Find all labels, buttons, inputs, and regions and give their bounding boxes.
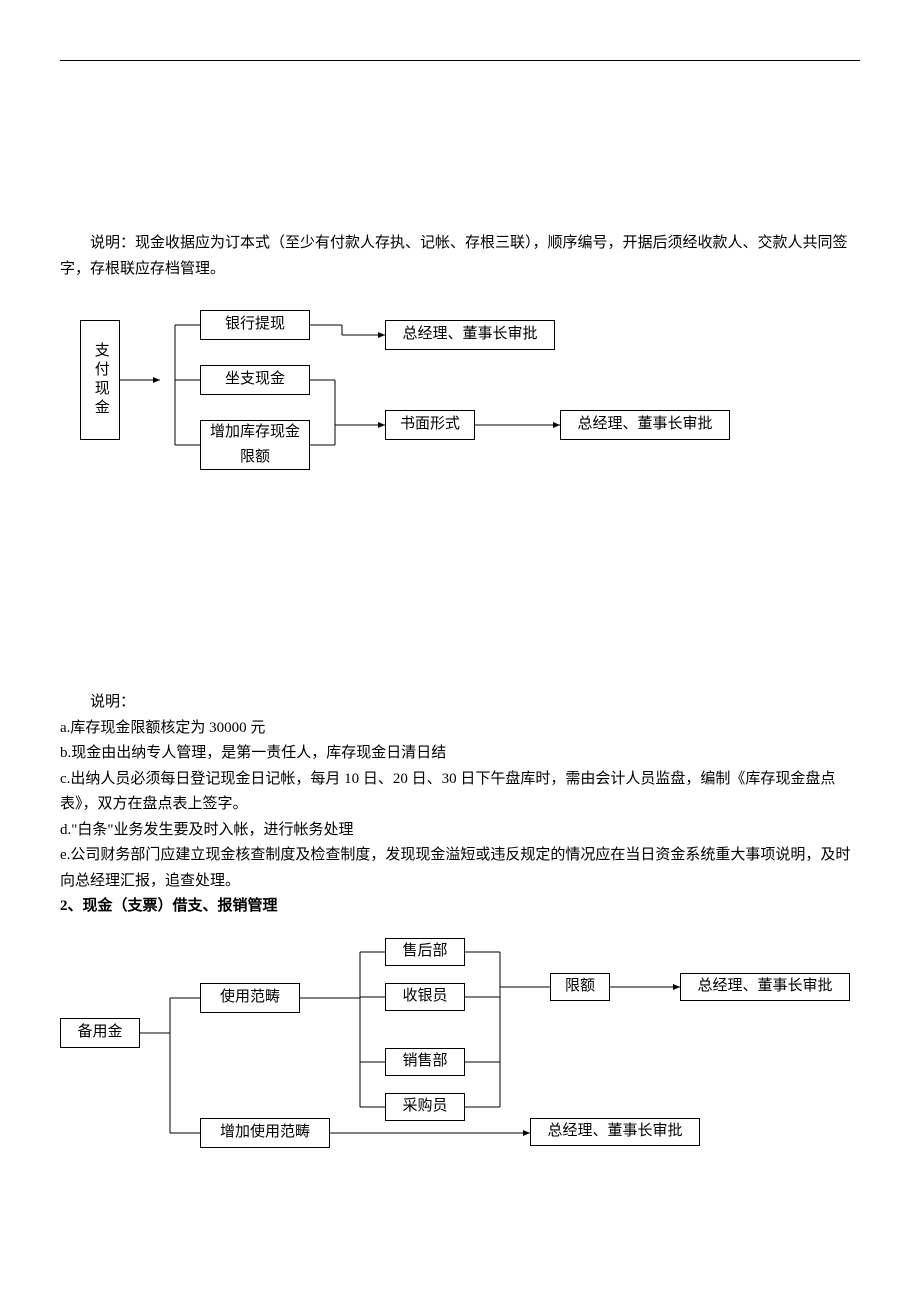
note-c: c.出纳人员必须每日登记现金日记帐，每月 10 日、20 日、30 日下午盘库时…	[60, 767, 860, 818]
diagram-cash-payment: 支付现金 银行提现 坐支现金 增加库存现金限额 总经理、董事长审批 书面形式 总…	[60, 300, 860, 490]
d1-written: 书面形式	[385, 410, 475, 440]
d2-appr2: 总经理、董事长审批	[530, 1118, 700, 1146]
d2-p4: 采购员	[385, 1093, 465, 1121]
d1-limit: 增加库存现金限额	[200, 420, 310, 470]
d2-scope: 使用范畴	[200, 983, 300, 1013]
diagram-reserve-fund: 备用金 使用范畴 增加使用范畴 售后部 收银员 销售部 采购员 限额 总经理、董…	[60, 938, 860, 1163]
d1-approve1: 总经理、董事长审批	[385, 320, 555, 350]
d2-p3: 销售部	[385, 1048, 465, 1076]
d2-limit: 限额	[550, 973, 610, 1001]
d1-root: 支付现金	[80, 320, 120, 440]
note-e: e.公司财务部门应建立现金核查制度及检查制度，发现现金溢短或违反规定的情况应在当…	[60, 843, 860, 894]
note-d: d."白条"业务发生要及时入帐，进行帐务处理	[60, 818, 860, 844]
d2-root: 备用金	[60, 1018, 140, 1048]
d1-cash: 坐支现金	[200, 365, 310, 395]
d2-p1: 售后部	[385, 938, 465, 966]
d1-bank: 银行提现	[200, 310, 310, 340]
intro-paragraph: 说明：现金收据应为订本式（至少有付款人存执、记帐、存根三联），顺序编号，开据后须…	[60, 231, 860, 282]
section-2-title: 2、现金（支票）借支、报销管理	[60, 894, 860, 920]
d2-p2: 收银员	[385, 983, 465, 1011]
header-rule	[60, 60, 860, 61]
d2-appr1: 总经理、董事长审批	[680, 973, 850, 1001]
d2-scope-add: 增加使用范畴	[200, 1118, 330, 1148]
note-a: a.库存现金限额核定为 30000 元	[60, 716, 860, 742]
note-b: b.现金由出纳专人管理，是第一责任人，库存现金日清日结	[60, 741, 860, 767]
notes-title: 说明：	[60, 690, 860, 716]
d1-approve2: 总经理、董事长审批	[560, 410, 730, 440]
